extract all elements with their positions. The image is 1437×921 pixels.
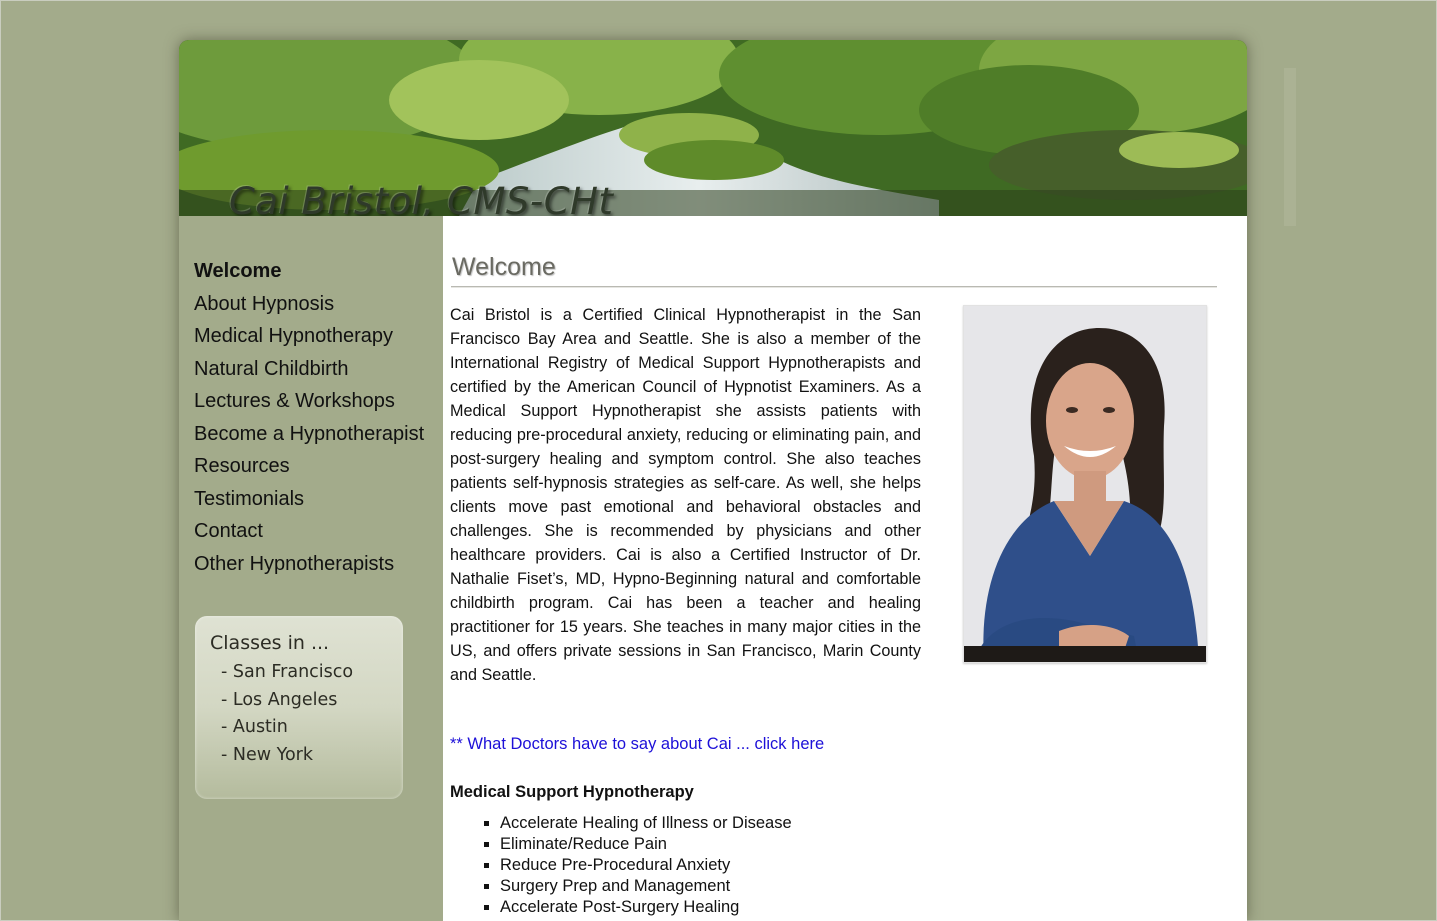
nav-item-become-hypnotherapist[interactable]: Become a Hypnotherapist xyxy=(194,422,424,455)
header-banner: Cai Bristol, CMS-CHt xyxy=(179,40,1247,216)
classes-title: Classes in ... xyxy=(210,632,330,654)
nav-item-welcome[interactable]: Welcome xyxy=(194,259,424,292)
section-heading: Medical Support Hypnotherapy xyxy=(450,783,694,801)
main-content: Welcome Cai Bristol is a Certified Clini… xyxy=(443,216,1247,921)
nav-item-contact[interactable]: Contact xyxy=(194,519,424,552)
title-divider xyxy=(451,286,1217,287)
nav-item-about-hypnosis[interactable]: About Hypnosis xyxy=(194,292,424,325)
nav-item-testimonials[interactable]: Testimonials xyxy=(194,487,424,520)
list-item: Surgery Prep and Management xyxy=(500,876,792,897)
main-nav: Welcome About Hypnosis Medical Hypnother… xyxy=(194,259,424,584)
nav-item-lectures-workshops[interactable]: Lectures & Workshops xyxy=(194,389,424,422)
benefits-list: Accelerate Healing of Illness or Disease… xyxy=(500,813,792,918)
portrait-photo xyxy=(963,305,1207,663)
class-city-item: - New York xyxy=(221,744,314,765)
nav-item-medical-hypnotherapy[interactable]: Medical Hypnotherapy xyxy=(194,324,424,357)
nav-item-other-hypnotherapists[interactable]: Other Hypnotherapists xyxy=(194,552,424,585)
site-title: Cai Bristol, CMS-CHt xyxy=(229,180,614,216)
list-item: Accelerate Post-Surgery Healing xyxy=(500,897,792,918)
intro-paragraph: Cai Bristol is a Certified Clinical Hypn… xyxy=(450,306,921,684)
list-item: Eliminate/Reduce Pain xyxy=(500,834,792,855)
portrait-image xyxy=(964,306,1206,662)
class-city-item: - Austin xyxy=(221,717,288,737)
decorative-shadow-bar xyxy=(1284,68,1296,226)
page-title: Welcome xyxy=(452,253,556,281)
doctors-testimonial-link[interactable]: ** What Doctors have to say about Cai ..… xyxy=(450,735,824,754)
nav-item-resources[interactable]: Resources xyxy=(194,454,424,487)
list-item: Accelerate Healing of Illness or Disease xyxy=(500,813,792,834)
class-city-item: - Los Angeles xyxy=(221,689,338,710)
sidebar: Welcome About Hypnosis Medical Hypnother… xyxy=(179,216,443,921)
class-city-item: - San Francisco xyxy=(221,662,354,682)
classes-city-list: - San Francisco - Los Angeles - Austin -… xyxy=(221,659,353,769)
site-wrapper: Cai Bristol, CMS-CHt Welcome About Hypno… xyxy=(179,40,1247,921)
classes-box[interactable]: Classes in ... - San Francisco - Los Ang… xyxy=(195,616,403,799)
nav-item-natural-childbirth[interactable]: Natural Childbirth xyxy=(194,357,424,390)
list-item: Reduce Pre-Procedural Anxiety xyxy=(500,855,792,876)
